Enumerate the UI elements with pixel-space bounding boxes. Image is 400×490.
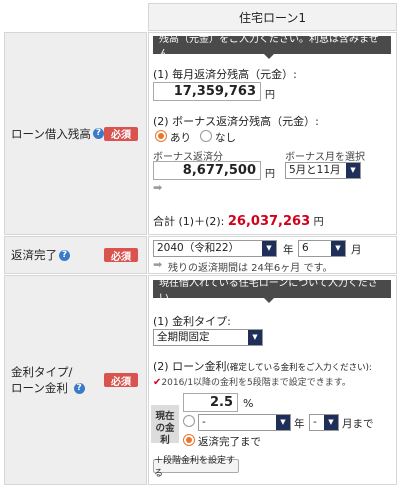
column-header-loan1: 住宅ローン1 xyxy=(148,3,397,31)
rate-heading: (2) ローン金利(確定している金利をご入力ください): xyxy=(153,358,372,374)
rate-type-label: (1) 金利タイプ: xyxy=(153,315,231,328)
bonus-balance-label: (2) ボーナス返済分残高（元金）: xyxy=(153,115,319,128)
repayment-complete-label: 返済完了 xyxy=(11,248,57,262)
balance-banner-text: 残高（元金）をご入力ください。利息は含みません。 xyxy=(159,34,379,60)
current-rate-label: 現在の金利 xyxy=(155,411,175,446)
chevron-down-icon: ▼ xyxy=(248,330,262,345)
bonus-no-radio[interactable] xyxy=(200,130,212,142)
rate-until-year-select[interactable]: - ▼ xyxy=(198,414,291,431)
repayment-year-unit: 年 xyxy=(283,244,294,256)
loan-balance-label: ローン借入残高 xyxy=(11,126,91,141)
interest-label-line1: 金利タイプ/ xyxy=(11,365,73,379)
bonus-amount-yen: 円 xyxy=(265,169,275,180)
row-header-interest: 金利タイプ/ ローン金利 ? 必須 xyxy=(4,275,147,485)
bonus-month-label: ボーナス月を選択 xyxy=(285,152,365,163)
chevron-down-icon: ▼ xyxy=(276,415,290,430)
current-rate-box: 現在の金利 xyxy=(151,405,179,446)
rate-until-month-unit: 月まで xyxy=(342,418,374,430)
rate-type-value: 全期間固定 xyxy=(157,331,210,343)
repayment-month-select[interactable]: 6 ▼ xyxy=(298,240,346,257)
rate-until-year-unit: 年 xyxy=(294,418,305,430)
rate-check-note: ✔2016/1以降の金利を5段階まで設定できます。 xyxy=(153,375,351,388)
balance-banner: 残高（元金）をご入力ください。利息は含みません。 xyxy=(153,34,391,60)
bonus-no-label[interactable]: なし xyxy=(215,130,236,145)
required-badge: 必須 xyxy=(104,248,138,263)
bonus-amount-input[interactable]: 8,677,500 xyxy=(153,161,261,180)
bonus-month-value: 5月と11月 xyxy=(289,164,341,176)
total-unit: 円 xyxy=(313,217,324,228)
rate-check-text: 2016/1以降の金利を5段階まで設定できます。 xyxy=(161,378,351,388)
monthly-balance-label: (1) 毎月返済分残高（元金）: xyxy=(153,68,297,81)
interest-banner: 現在借入れている住宅ローンについて入力ください。 xyxy=(153,278,391,304)
help-icon[interactable]: ? xyxy=(92,128,104,139)
monthly-balance-yen: 円 xyxy=(265,90,275,101)
rate-until-complete-label[interactable]: 返済完了まで xyxy=(198,434,261,449)
chevron-down-icon: ▼ xyxy=(331,241,345,256)
column-header-title: 住宅ローン1 xyxy=(238,10,307,25)
help-icon[interactable]: ? xyxy=(73,383,85,394)
bonus-yes-radio[interactable] xyxy=(155,130,167,142)
total-label: 合計 (1)＋(2): xyxy=(153,215,225,228)
chevron-down-icon: ▼ xyxy=(346,163,360,178)
arrow-right-icon: ➡ xyxy=(153,258,163,271)
chevron-down-icon: ▼ xyxy=(262,241,276,256)
row-header-loan-balance: ローン借入残高 ? 必須 xyxy=(4,32,147,235)
rate-until-radio[interactable] xyxy=(183,415,195,427)
banner-notch xyxy=(264,298,274,303)
chevron-down-icon: ▼ xyxy=(324,415,338,430)
repayment-month-unit: 月 xyxy=(351,244,362,256)
bonus-month-select[interactable]: 5月と11月 ▼ xyxy=(285,162,361,179)
remaining-period-text: 残りの返済期間は 24年6ヶ月 です。 xyxy=(168,263,333,274)
repayment-month-value: 6 xyxy=(302,242,309,254)
rate-until-month-select[interactable]: - ▼ xyxy=(309,414,339,431)
set-stepped-rate-button[interactable]: ＋段階金利を設定する xyxy=(153,456,239,479)
rate-until-complete-radio[interactable] xyxy=(183,434,195,446)
rate-type-select[interactable]: 全期間固定 ▼ xyxy=(153,329,263,346)
rate-until-month-value: - xyxy=(313,416,317,428)
row-header-repayment-complete: 返済完了 ? 必須 xyxy=(4,236,147,274)
interest-label-line2: ローン金利 xyxy=(11,381,68,395)
interest-banner-text: 現在借入れている住宅ローンについて入力ください。 xyxy=(159,278,378,304)
rate-until-year-value: - xyxy=(202,416,206,428)
arrow-right-icon: ➡ xyxy=(153,181,163,194)
required-badge: 必須 xyxy=(104,373,138,388)
help-icon[interactable]: ? xyxy=(59,249,70,261)
rate-input[interactable]: 2.5 xyxy=(183,393,238,412)
repayment-year-select[interactable]: 2040（令和22） ▼ xyxy=(153,240,277,257)
required-badge: 必須 xyxy=(104,126,138,141)
rate-label: (2) ローン金利 xyxy=(153,360,227,373)
total-row: 合計 (1)＋(2): 26,037,263 円 xyxy=(153,213,324,229)
monthly-balance-input[interactable]: 17,359,763 xyxy=(153,82,261,101)
bonus-yes-label[interactable]: あり xyxy=(170,130,191,145)
banner-notch xyxy=(264,54,274,59)
repayment-year-value: 2040（令和22） xyxy=(157,242,240,254)
total-value: 26,037,263 xyxy=(227,214,311,229)
set-stepped-rate-label: ＋段階金利を設定する xyxy=(154,456,236,479)
rate-percent: % xyxy=(243,397,254,410)
rate-note: (確定している金利をご入力ください): xyxy=(226,363,372,373)
